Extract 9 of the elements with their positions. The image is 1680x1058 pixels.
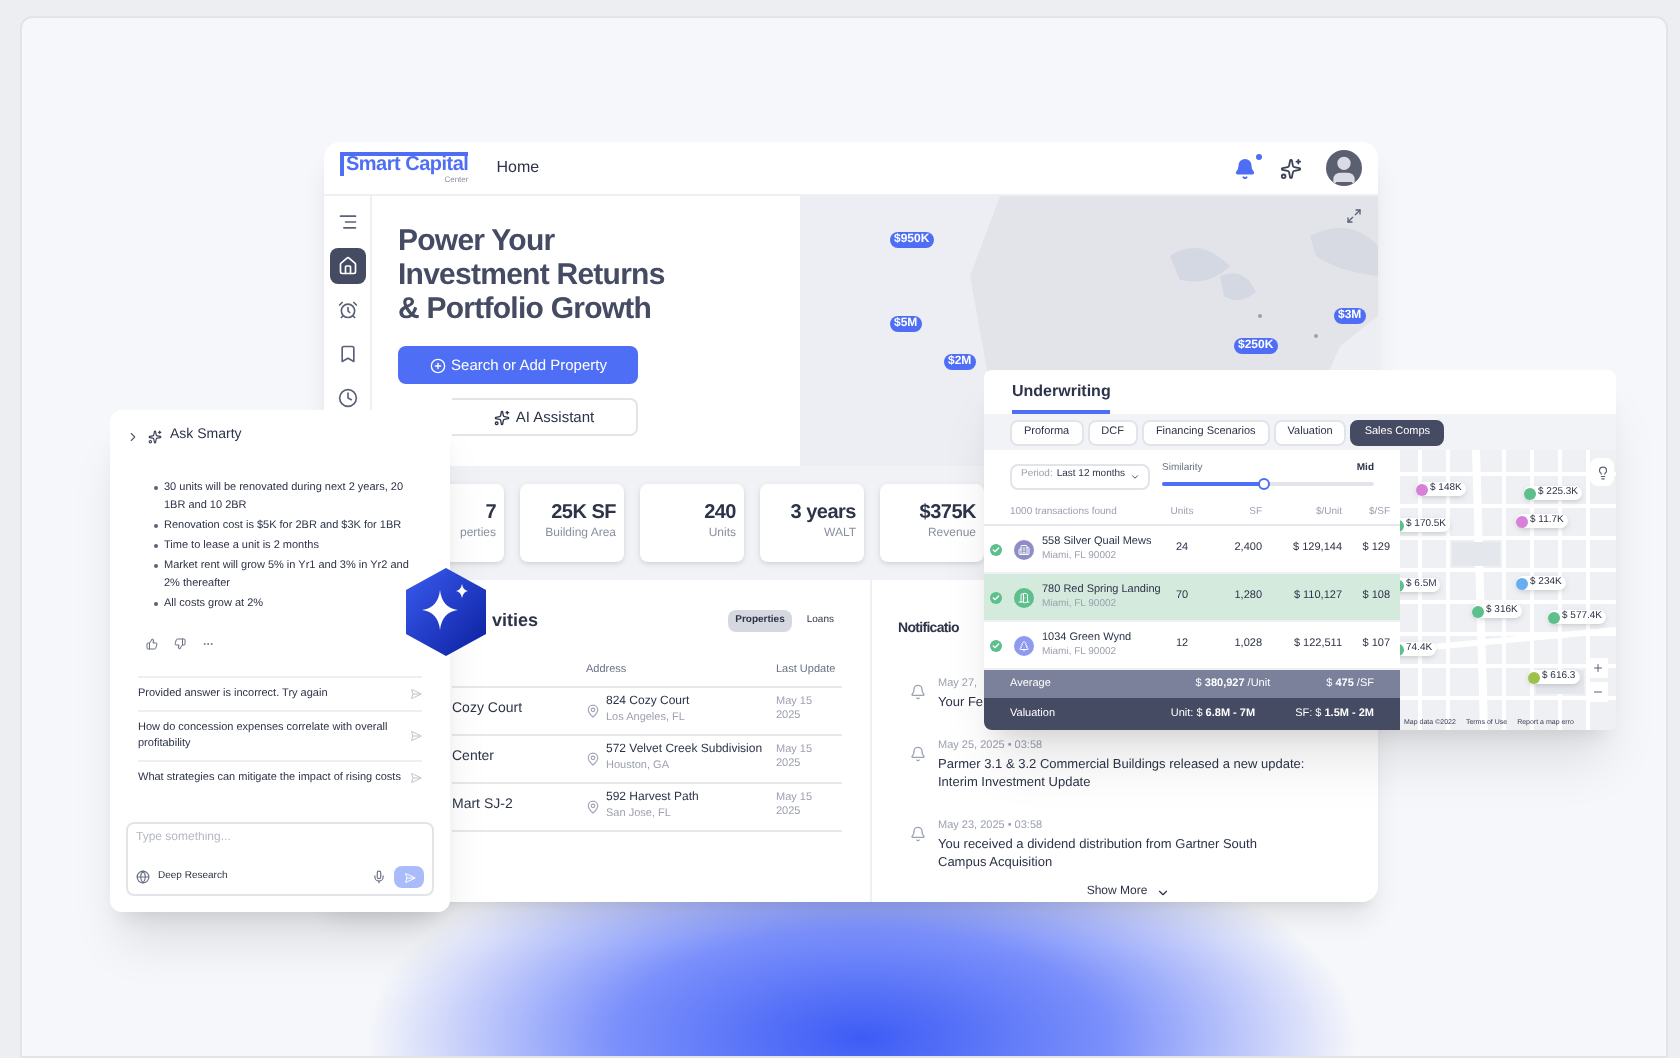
stat-value: 25K SF xyxy=(551,502,616,526)
hero-title: Power Your Investment Returns & Portfolio Growth xyxy=(398,224,667,326)
section-title: vities xyxy=(492,608,539,634)
stat-value: 3 years xyxy=(790,502,856,526)
stat-value: 7 xyxy=(485,502,496,526)
home-link[interactable]: Home xyxy=(496,156,540,180)
stat-value: 240 xyxy=(704,502,736,526)
logo[interactable]: Smart Capital xyxy=(340,152,469,176)
stat-value: $375K xyxy=(919,502,976,526)
